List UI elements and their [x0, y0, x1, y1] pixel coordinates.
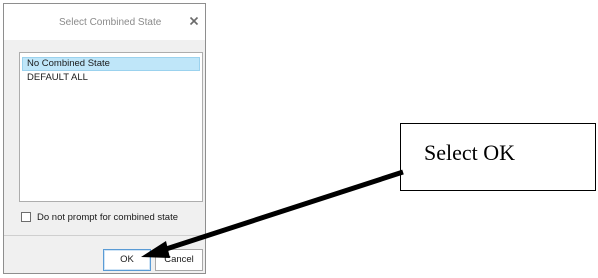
button-separator: [4, 235, 205, 236]
callout-box: Select OK: [400, 123, 596, 191]
ok-button[interactable]: OK: [103, 249, 151, 271]
close-icon: [189, 16, 199, 26]
combined-state-list[interactable]: No Combined State DEFAULT ALL: [19, 52, 203, 202]
dialog-title: Select Combined State: [59, 17, 162, 28]
callout-text: Select OK: [424, 140, 516, 165]
list-item-default-all[interactable]: DEFAULT ALL: [22, 71, 200, 85]
cancel-button[interactable]: Cancel: [155, 249, 203, 271]
dialog-title-bar: Select Combined State: [4, 4, 205, 40]
list-item-no-combined-state[interactable]: No Combined State: [22, 57, 200, 71]
do-not-prompt-label[interactable]: Do not prompt for combined state: [37, 212, 178, 223]
close-button[interactable]: [187, 14, 201, 28]
do-not-prompt-checkbox[interactable]: [21, 212, 31, 222]
select-combined-state-dialog: Select Combined State No Combined State …: [3, 3, 206, 274]
